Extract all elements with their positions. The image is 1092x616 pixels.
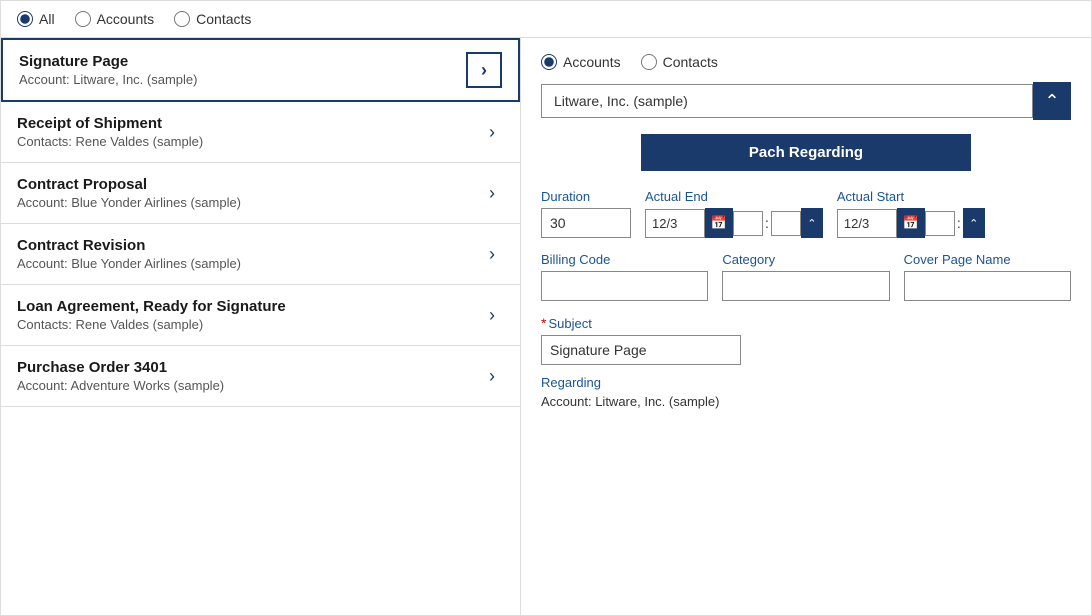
right-panel: Accounts Contacts Litware, Inc. (sample)… <box>521 38 1091 615</box>
dropdown-row: Litware, Inc. (sample) ⌃ <box>541 82 1071 120</box>
list-item-1-content: Receipt of Shipment Contacts: Rene Valde… <box>17 115 203 149</box>
subject-required-star: * <box>541 315 546 331</box>
radio-contacts-label: Contacts <box>196 11 251 27</box>
duration-input[interactable] <box>541 208 631 238</box>
billing-code-label: Billing Code <box>541 252 708 267</box>
dropdown-chevron-btn[interactable]: ⌃ <box>1033 82 1071 120</box>
subject-label-row: * Subject <box>541 315 1071 331</box>
duration-label: Duration <box>541 189 631 204</box>
list-item-2-title: Contract Proposal <box>17 176 241 193</box>
list-item-0-content: Signature Page Account: Litware, Inc. (s… <box>19 53 197 87</box>
actual-start-time-dropdown-btn[interactable]: ⌃ <box>963 208 985 238</box>
form-group-cover-page-name: Cover Page Name <box>904 252 1071 301</box>
actual-start-date-group: 📅 : ⌃ <box>837 208 985 238</box>
list-item-1-chevron[interactable]: › <box>480 114 504 150</box>
subject-label: Subject <box>548 316 591 331</box>
patch-regarding-button[interactable]: Pach Regarding <box>641 134 971 171</box>
radio-accounts-label: Accounts <box>97 11 155 27</box>
right-radio-contacts-label: Contacts <box>663 54 718 70</box>
form-row-1: Duration Actual End 📅 : ⌃ Actual St <box>541 189 1071 238</box>
actual-start-colon: : <box>955 215 963 231</box>
list-item-0[interactable]: Signature Page Account: Litware, Inc. (s… <box>1 38 520 102</box>
regarding-label: Regarding <box>541 375 1071 390</box>
form-group-actual-start: Actual Start 📅 : ⌃ <box>837 189 985 238</box>
top-radio-bar: All Accounts Contacts <box>1 1 1091 38</box>
form-group-category: Category <box>722 252 889 301</box>
right-radio-accounts[interactable]: Accounts <box>541 54 621 70</box>
subject-input[interactable] <box>541 335 741 365</box>
actual-end-colon: : <box>763 215 771 231</box>
subject-section: * Subject <box>541 315 1071 365</box>
regarding-section: Regarding Account: Litware, Inc. (sample… <box>541 375 1071 409</box>
list-item-3-title: Contract Revision <box>17 237 241 254</box>
list-item-5-title: Purchase Order 3401 <box>17 359 224 376</box>
list-item-4-title: Loan Agreement, Ready for Signature <box>17 298 286 315</box>
actual-start-date-input[interactable] <box>837 209 897 238</box>
cover-page-name-input[interactable] <box>904 271 1071 301</box>
list-item-4[interactable]: Loan Agreement, Ready for Signature Cont… <box>1 285 520 346</box>
actual-end-hour-input[interactable] <box>733 211 763 236</box>
category-label: Category <box>722 252 889 267</box>
form-group-duration: Duration <box>541 189 631 238</box>
actual-end-label: Actual End <box>645 189 823 204</box>
right-radio-accounts-label: Accounts <box>563 54 621 70</box>
right-radio-bar: Accounts Contacts <box>541 54 1071 70</box>
list-item-5-chevron[interactable]: › <box>480 358 504 394</box>
actual-start-calendar-btn[interactable]: 📅 <box>897 208 925 238</box>
billing-code-input[interactable] <box>541 271 708 301</box>
list-item-5-subtitle: Account: Adventure Works (sample) <box>17 378 224 393</box>
list-item-0-subtitle: Account: Litware, Inc. (sample) <box>19 72 197 87</box>
actual-start-hour-input[interactable] <box>925 211 955 236</box>
form-group-billing-code: Billing Code <box>541 252 708 301</box>
radio-all[interactable]: All <box>17 11 55 27</box>
cover-page-name-label: Cover Page Name <box>904 252 1071 267</box>
content-area: Signature Page Account: Litware, Inc. (s… <box>1 38 1091 615</box>
list-item-2[interactable]: Contract Proposal Account: Blue Yonder A… <box>1 163 520 224</box>
form-row-2: Billing Code Category Cover Page Name <box>541 252 1071 301</box>
radio-contacts[interactable]: Contacts <box>174 11 251 27</box>
list-item-3[interactable]: Contract Revision Account: Blue Yonder A… <box>1 224 520 285</box>
list-item-3-content: Contract Revision Account: Blue Yonder A… <box>17 237 241 271</box>
list-item-0-title: Signature Page <box>19 53 197 70</box>
list-item-0-chevron[interactable]: › <box>466 52 502 88</box>
regarding-value: Account: Litware, Inc. (sample) <box>541 394 1071 409</box>
list-item-5-content: Purchase Order 3401 Account: Adventure W… <box>17 359 224 393</box>
list-item-3-subtitle: Account: Blue Yonder Airlines (sample) <box>17 256 241 271</box>
radio-accounts[interactable]: Accounts <box>75 11 155 27</box>
actual-start-label: Actual Start <box>837 189 985 204</box>
list-item-2-subtitle: Account: Blue Yonder Airlines (sample) <box>17 195 241 210</box>
radio-all-label: All <box>39 11 55 27</box>
left-panel: Signature Page Account: Litware, Inc. (s… <box>1 38 521 615</box>
category-input[interactable] <box>722 271 889 301</box>
account-dropdown[interactable]: Litware, Inc. (sample) <box>541 84 1033 118</box>
right-radio-contacts[interactable]: Contacts <box>641 54 718 70</box>
form-group-actual-end: Actual End 📅 : ⌃ <box>645 189 823 238</box>
list-item-2-chevron[interactable]: › <box>480 175 504 211</box>
list-item-1-title: Receipt of Shipment <box>17 115 203 132</box>
list-item-4-chevron[interactable]: › <box>480 297 504 333</box>
actual-end-date-input[interactable] <box>645 209 705 238</box>
list-item-5[interactable]: Purchase Order 3401 Account: Adventure W… <box>1 346 520 407</box>
actual-end-min-input[interactable] <box>771 211 801 236</box>
main-container: All Accounts Contacts Signature Page Acc… <box>0 0 1092 616</box>
list-item-4-content: Loan Agreement, Ready for Signature Cont… <box>17 298 286 332</box>
actual-end-calendar-btn[interactable]: 📅 <box>705 208 733 238</box>
actual-end-time-dropdown-btn[interactable]: ⌃ <box>801 208 823 238</box>
list-item-1-subtitle: Contacts: Rene Valdes (sample) <box>17 134 203 149</box>
list-item-3-chevron[interactable]: › <box>480 236 504 272</box>
list-item-4-subtitle: Contacts: Rene Valdes (sample) <box>17 317 286 332</box>
list-item-1[interactable]: Receipt of Shipment Contacts: Rene Valde… <box>1 102 520 163</box>
list-item-2-content: Contract Proposal Account: Blue Yonder A… <box>17 176 241 210</box>
actual-end-date-group: 📅 : ⌃ <box>645 208 823 238</box>
